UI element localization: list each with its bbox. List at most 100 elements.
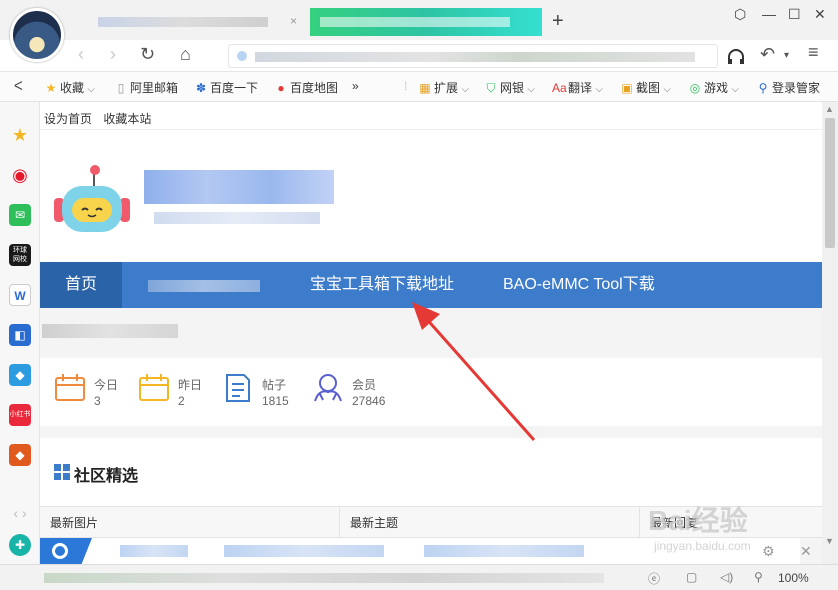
- ticker-logo-icon: [40, 538, 92, 564]
- weibo-icon[interactable]: ◉: [9, 164, 31, 186]
- site-header: [40, 130, 822, 262]
- col-latest-images[interactable]: 最新图片: [40, 507, 340, 539]
- stat-value: 27846: [352, 394, 386, 408]
- chevron-down-icon: ⌵: [731, 84, 739, 95]
- browser-sidebar: ★ ◉ ✉ 环球 网校 W ◧ ◆ 小红书 ◆ ‹ › ✚: [0, 102, 40, 564]
- forum-stats: 今日 3 昨日 2 帖子 1815 会员 27846: [40, 358, 822, 426]
- section-title: 社区精选: [74, 468, 139, 485]
- zoom-level[interactable]: 100%: [778, 571, 809, 585]
- ticker-item-blurred[interactable]: [424, 545, 584, 557]
- status-bar: ⓔ ▢ ◁) ⚲ 100%: [0, 564, 838, 590]
- browser-engine-icon[interactable]: ⓔ: [648, 570, 660, 587]
- refresh-button[interactable]: ↻: [140, 44, 155, 65]
- ticker-item-blurred[interactable]: [120, 545, 188, 557]
- skin-icon[interactable]: ⬡: [734, 6, 746, 23]
- nav-item-blurred[interactable]: [148, 280, 260, 292]
- forward-button[interactable]: ›: [110, 44, 116, 65]
- map-pin-icon: ●: [277, 81, 285, 95]
- close-window-button[interactable]: ✕: [814, 6, 826, 23]
- gamepad-icon: ◎: [689, 81, 701, 95]
- undo-dropdown-icon[interactable]: ▾: [784, 50, 789, 61]
- url-blurred: [255, 52, 695, 62]
- user-avatar[interactable]: [10, 8, 64, 62]
- tool-login-manager[interactable]: ⚲ 登录管家: [756, 79, 820, 96]
- bookmark-baidu[interactable]: ✽ 百度一下: [194, 79, 258, 96]
- members-icon: [314, 374, 342, 402]
- posts-icon: [226, 374, 250, 402]
- bookmark-baidu-map[interactable]: ● 百度地图: [274, 79, 338, 96]
- tool-translate[interactable]: Aa翻译 ⌵: [552, 79, 603, 96]
- address-bar[interactable]: [228, 44, 718, 68]
- xiaohongshu-icon[interactable]: 小红书: [9, 404, 31, 426]
- site-url-blurred: [154, 212, 320, 224]
- stat-value: 2: [178, 394, 185, 408]
- speaker-icon[interactable]: ◁): [720, 570, 733, 584]
- minimize-button[interactable]: —: [762, 6, 776, 22]
- status-text-blurred: [44, 573, 604, 583]
- page-scrollbar[interactable]: ▲ ▼: [822, 102, 838, 564]
- web-page: 设为首页 收藏本站 首页 宝宝工具箱下载地址 BAO-eMMC Tool下载 今…: [40, 102, 822, 564]
- zoom-icon[interactable]: ⚲: [754, 570, 763, 584]
- nav-toolbox-download[interactable]: 宝宝工具箱下载地址: [310, 262, 454, 308]
- window-icon[interactable]: ▢: [686, 570, 697, 584]
- bookmark-aliyun-mail[interactable]: ▯ 阿里邮箱: [114, 79, 178, 96]
- paw-icon: ✽: [195, 81, 207, 95]
- nav-emmc-tool-download[interactable]: BAO-eMMC Tool下载: [503, 262, 655, 308]
- site-logo-text-blurred: [144, 170, 334, 204]
- word-icon[interactable]: W: [9, 284, 31, 306]
- tool-games[interactable]: ◎ 游戏 ⌵: [688, 79, 739, 96]
- chevron-down-icon: ⌵: [663, 84, 671, 95]
- tool-screenshot[interactable]: ▣ 截图 ⌵: [620, 79, 671, 96]
- translate-icon: Aa: [552, 81, 567, 95]
- sidebar-expand-icon[interactable]: ‹ ›: [9, 502, 31, 524]
- scroll-down-icon[interactable]: ▼: [825, 536, 834, 546]
- favorites-icon[interactable]: ★: [9, 124, 31, 146]
- tab-inactive[interactable]: [88, 8, 298, 36]
- set-home-link[interactable]: 设为首页: [44, 112, 92, 126]
- bookmark-site-link[interactable]: 收藏本站: [103, 112, 151, 126]
- ticker-item-blurred[interactable]: [224, 545, 384, 557]
- scroll-up-icon[interactable]: ▲: [825, 104, 834, 114]
- breadcrumb: [40, 308, 822, 358]
- bookmarks-overflow[interactable]: »: [352, 79, 359, 93]
- robot-logo-icon[interactable]: [54, 162, 130, 246]
- menu-icon[interactable]: ≡: [808, 42, 819, 63]
- chevron-down-icon: ⌵: [461, 84, 469, 95]
- back-button[interactable]: ‹: [78, 44, 84, 65]
- headphone-icon[interactable]: [726, 48, 746, 66]
- site-topbar: 设为首页 收藏本站: [40, 102, 822, 130]
- nav-home[interactable]: 首页: [40, 262, 122, 308]
- chevron-down-icon: ⌵: [527, 84, 535, 95]
- stat-label: 会员: [352, 378, 377, 392]
- game-a-icon[interactable]: ◆: [9, 364, 31, 386]
- stat-value: 1815: [262, 394, 289, 408]
- tool-online-banking[interactable]: ⛉ 网银 ⌵: [484, 79, 535, 96]
- screenshot-icon: ▣: [621, 81, 633, 95]
- tool-extension[interactable]: ▦ 扩展 ⌵: [418, 79, 469, 96]
- watermark-url: jingyan.baidu.com: [653, 539, 751, 553]
- tab-active[interactable]: [310, 8, 542, 36]
- global-net-icon[interactable]: 环球 网校: [9, 244, 31, 266]
- search-key-icon: ⚲: [758, 81, 768, 95]
- undo-close-button[interactable]: ↶: [760, 44, 775, 65]
- maximize-button[interactable]: ☐: [788, 6, 801, 23]
- stat-label: 今日: [94, 378, 119, 392]
- new-tab-button[interactable]: +: [552, 10, 564, 33]
- browser-titlebar: × + ⬡ — ☐ ✕: [0, 0, 838, 40]
- scroll-thumb[interactable]: [825, 118, 835, 248]
- stat-label: 昨日: [178, 378, 203, 392]
- add-service-icon[interactable]: ✚: [9, 534, 31, 556]
- site-main-nav: 首页 宝宝工具箱下载地址 BAO-eMMC Tool下载: [40, 262, 822, 308]
- bookmark-favorites[interactable]: ★ 收藏 ⌵: [44, 79, 95, 96]
- chat-icon[interactable]: ◧: [9, 324, 31, 346]
- home-button[interactable]: ⌂: [180, 44, 191, 65]
- col-latest-topics[interactable]: 最新主题: [340, 507, 640, 539]
- tab-title-blurred: [320, 16, 510, 27]
- tab-close-icon[interactable]: ×: [290, 14, 297, 28]
- mail-icon[interactable]: ✉: [9, 204, 31, 226]
- watermark-brand: Bai经验: [648, 504, 748, 536]
- game-b-icon[interactable]: ◆: [9, 444, 31, 466]
- document-icon: ▯: [117, 81, 125, 95]
- baidu-jingyan-watermark: Bai经验 jingyan.baidu.com: [648, 504, 751, 553]
- bookmarks-collapse-icon[interactable]: ᐸ: [14, 79, 23, 93]
